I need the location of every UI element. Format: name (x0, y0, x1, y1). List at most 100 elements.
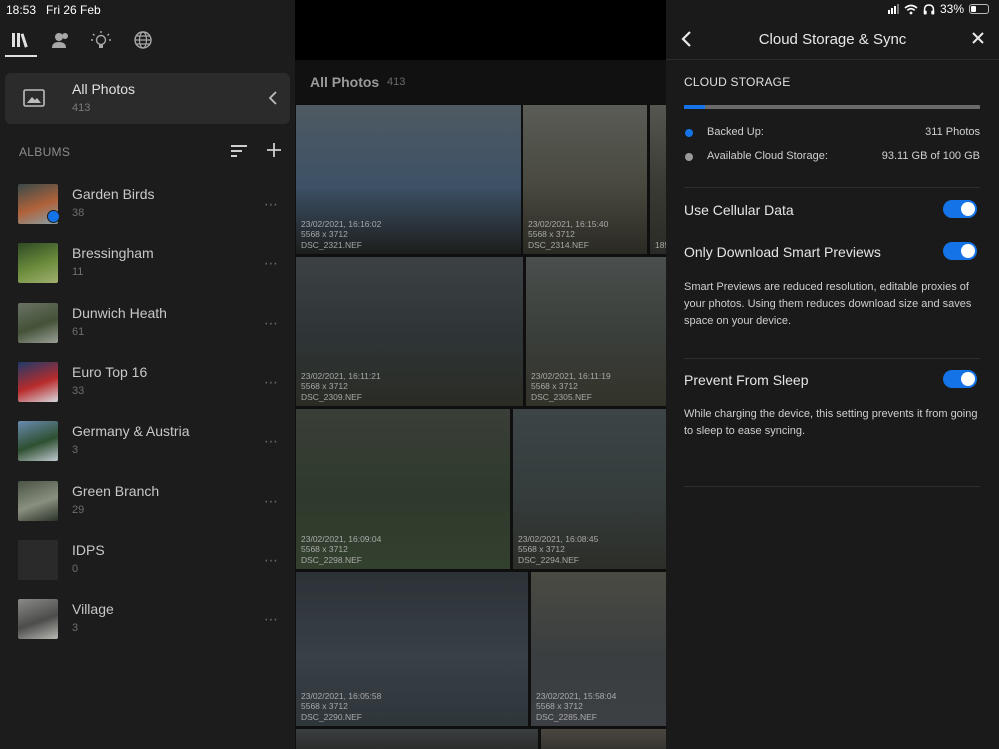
album-name: Germany & Austria (72, 423, 190, 439)
photo-dimensions: 5568 x 3712 (536, 701, 583, 711)
photo-date: 23/02/2021, 16:16:02 (301, 218, 382, 229)
album-name: Green Branch (72, 483, 160, 499)
photo-metadata: 23/02/2021, 16:11:19 5568 x 3712 DSC_2305.… (531, 371, 611, 403)
photo-filename: DSC_2285.NEF (536, 711, 597, 722)
close-icon[interactable] (971, 31, 985, 45)
photo-thumbnail[interactable]: 23/02/2021, 16:16:02 5568 x 3712 DSC_2321.… (296, 105, 521, 254)
photo-date: 23/02/2021, 15:58:04 (536, 690, 617, 701)
album-thumbnail (18, 303, 58, 343)
album-name: Euro Top 16 (72, 364, 148, 380)
photo-thumbnail[interactable] (541, 729, 666, 749)
prevent-sleep-description: While charging the device, this setting … (684, 408, 978, 437)
more-options-icon[interactable]: ⋯ (264, 493, 279, 510)
photo-thumbnail[interactable]: 23/02/2021, 16:15:40 5568 x 3712 DSC_2314.… (523, 105, 647, 254)
prevent-sleep-toggle[interactable] (943, 370, 977, 388)
headphones-icon (923, 3, 935, 14)
album-name: Dunwich Heath (72, 305, 167, 321)
photo-thumbnail[interactable]: 23/02/2021, 16:08:45 5568 x 3712 DSC_2294.… (513, 409, 666, 569)
add-album-icon[interactable] (266, 142, 282, 158)
photo-filename: DSC_2294.NEF (518, 554, 579, 565)
chevron-left-icon[interactable] (268, 90, 278, 106)
photo-date: 23/02/2021, 16:11:19 (531, 370, 611, 381)
photo-metadata: 23/02/2021, 16:15:40 5568 x 3712 DSC_2314.… (528, 219, 608, 251)
smart-previews-label: Only Download Smart Previews (684, 244, 881, 260)
all-photos-title: All Photos (72, 81, 136, 97)
more-options-icon[interactable]: ⋯ (264, 611, 279, 628)
more-options-icon[interactable]: ⋯ (264, 552, 279, 569)
photo-thumbnail[interactable] (296, 729, 538, 749)
more-options-icon[interactable]: ⋯ (264, 315, 279, 332)
battery-icon (969, 4, 989, 14)
photo-thumbnail[interactable]: 23/02/2021, 16:11:19 5568 x 3712 DSC_2305.… (526, 257, 666, 406)
album-item[interactable]: Garden Birds 38 ⋯ (0, 181, 295, 240)
photo-filename: DSC_2309.NEF (301, 391, 362, 402)
backed-up-label: Backed Up: (707, 126, 764, 138)
photo-dimensions: 5568 x 3712 (531, 381, 578, 391)
cloud-storage-heading: CLOUD STORAGE (684, 75, 791, 89)
all-photos-item[interactable]: All Photos 413 (5, 73, 290, 124)
photo-thumbnail[interactable]: 185 (650, 105, 666, 254)
more-options-icon[interactable]: ⋯ (264, 255, 279, 272)
grid-header: All Photos 413 (295, 60, 666, 104)
album-count: 3 (72, 622, 79, 634)
available-storage-row: Available Cloud Storage: 93.11 GB of 100… (684, 149, 980, 165)
photo-dimensions: 5568 x 3712 (301, 544, 348, 554)
photo-dimensions: 185 (655, 239, 666, 250)
photo-thumbnail[interactable]: 23/02/2021, 16:05:58 5568 x 3712 DSC_2290.… (296, 572, 528, 726)
panel-header: Cloud Storage & Sync (666, 20, 999, 60)
grid-title: All Photos (310, 74, 380, 90)
more-options-icon[interactable]: ⋯ (264, 196, 279, 213)
wifi-icon (904, 4, 918, 14)
photo-metadata: 23/02/2021, 16:11:21 5568 x 3712 DSC_2309.… (301, 371, 381, 403)
more-options-icon[interactable]: ⋯ (264, 374, 279, 391)
photo-filename: DSC_2290.NEF (301, 711, 362, 722)
album-name: Garden Birds (72, 186, 155, 202)
photo-filename: DSC_2305.NEF (531, 391, 592, 402)
people-icon[interactable] (48, 28, 74, 52)
photo-date: 23/02/2021, 16:09:04 (301, 533, 382, 544)
smart-previews-description: Smart Previews are reduced resolution, e… (684, 281, 972, 327)
cellular-data-row: Use Cellular Data (684, 199, 980, 223)
storage-usage-bar (684, 105, 980, 109)
album-item[interactable]: Euro Top 16 33 ⋯ (0, 359, 295, 418)
album-item[interactable]: Dunwich Heath 61 ⋯ (0, 300, 295, 359)
album-thumbnail (18, 362, 58, 402)
library-icon[interactable] (8, 28, 34, 52)
cellular-signal-icon (887, 4, 899, 14)
album-name: Bressingham (72, 245, 154, 261)
album-item[interactable]: Bressingham 11 ⋯ (0, 240, 295, 299)
album-item[interactable]: Green Branch 29 ⋯ (0, 478, 295, 537)
photo-thumbnail[interactable]: 23/02/2021, 15:58:04 5568 x 3712 DSC_2285.… (531, 572, 666, 726)
backed-up-dot (685, 129, 693, 137)
album-item[interactable]: Germany & Austria 3 ⋯ (0, 418, 295, 477)
album-item[interactable]: IDPS 0 ⋯ (0, 537, 295, 596)
photo-date: 23/02/2021, 16:11:21 (301, 370, 381, 381)
photo-thumbnail[interactable]: 23/02/2021, 16:09:04 5568 x 3712 DSC_2298.… (296, 409, 510, 569)
photo-metadata: 185 (655, 240, 666, 251)
status-bar: 18:53 Fri 26 Feb 33% (0, 0, 999, 20)
sort-icon[interactable] (230, 144, 248, 158)
divider (684, 358, 980, 359)
album-count: 3 (72, 444, 79, 456)
learn-lightbulb-icon[interactable] (88, 28, 114, 52)
battery-percent: 33% (939, 2, 964, 16)
more-options-icon[interactable]: ⋯ (264, 433, 279, 450)
album-name: Village (72, 601, 114, 617)
available-storage-dot (685, 153, 693, 161)
album-count: 11 (72, 266, 84, 278)
album-item[interactable]: Village 3 ⋯ (0, 596, 295, 655)
active-tab-indicator (5, 55, 37, 57)
photo-dimensions: 5568 x 3712 (301, 701, 348, 711)
cellular-data-toggle[interactable] (943, 200, 977, 218)
photo-dimensions: 5568 x 3712 (301, 229, 348, 239)
album-name: IDPS (72, 542, 105, 558)
photo-thumbnail[interactable]: 23/02/2021, 16:11:21 5568 x 3712 DSC_2309.… (296, 257, 523, 406)
photo-metadata: 23/02/2021, 16:16:02 5568 x 3712 DSC_2321.… (301, 219, 381, 251)
available-storage-value: 93.11 GB of 100 GB (881, 150, 980, 162)
smart-previews-row: Only Download Smart Previews (684, 241, 980, 265)
status-time: 18:53 (6, 3, 37, 17)
smart-previews-toggle[interactable] (943, 242, 977, 260)
discover-globe-icon[interactable] (130, 28, 156, 52)
album-count: 33 (72, 385, 85, 397)
divider (684, 187, 980, 188)
